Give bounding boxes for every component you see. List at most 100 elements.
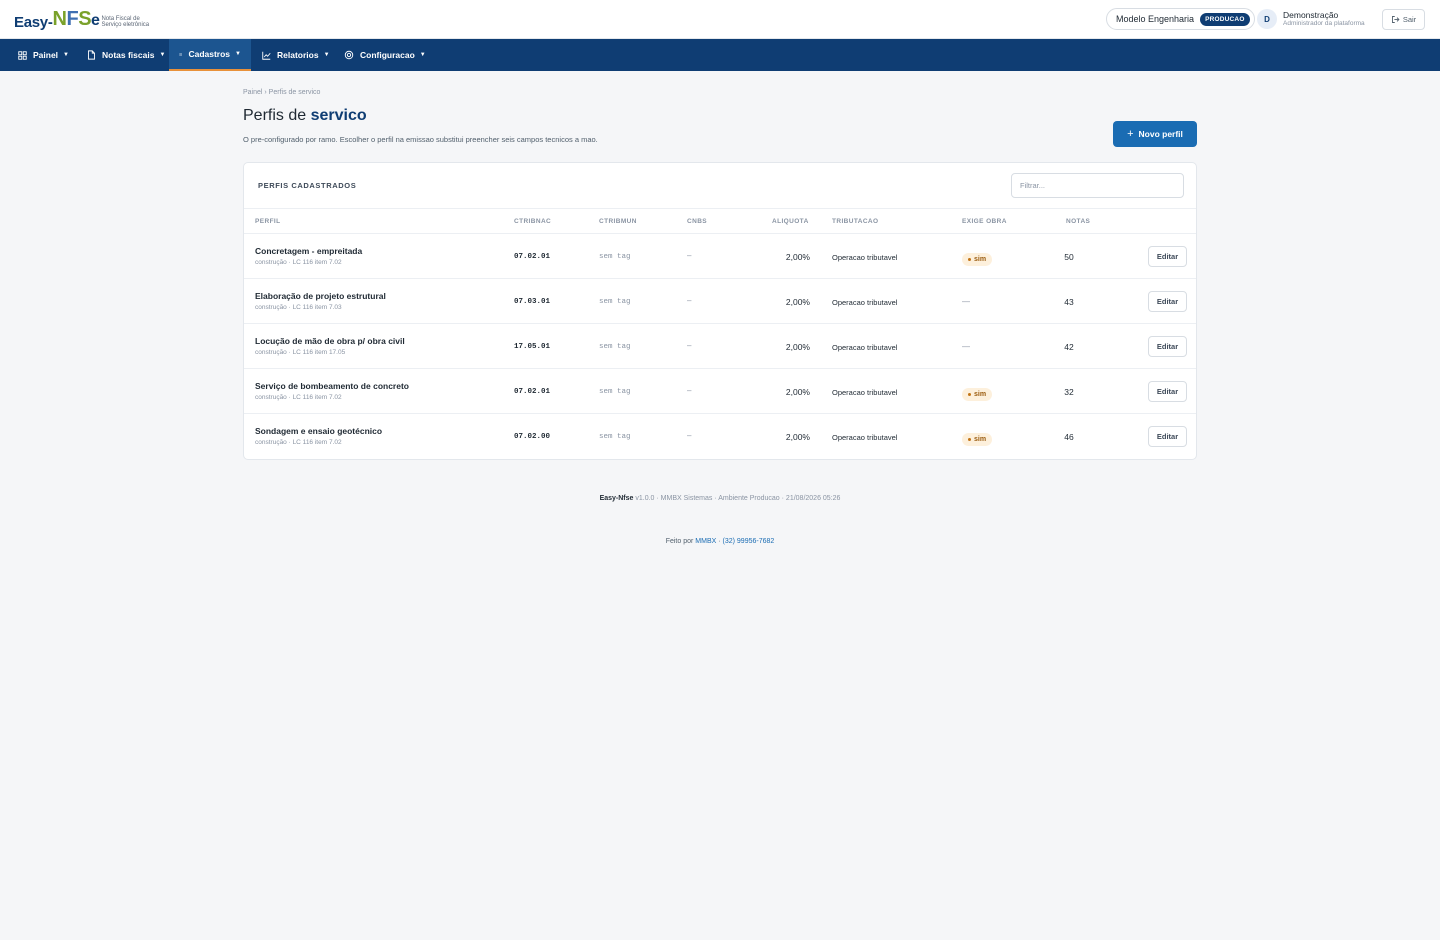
exige-obra-badge: sim bbox=[962, 250, 993, 266]
environment-badge: PRODUCAO bbox=[1200, 12, 1250, 26]
aliquota-value: 2,00% bbox=[785, 432, 810, 442]
main-nav: Painel ▼ Notas fiscais ▼ Cadastros ▼ Relato… bbox=[0, 39, 1440, 71]
ctribmun-value: sem tag bbox=[599, 388, 631, 396]
edit-button[interactable]: Editar bbox=[1148, 246, 1187, 267]
tributacao-value: Operacao tributavel bbox=[832, 253, 898, 262]
profile-name: Sondagem e ensaio geotécnico bbox=[255, 426, 383, 436]
exige-obra-value: — bbox=[962, 297, 970, 306]
edit-button[interactable]: Editar bbox=[1148, 381, 1187, 402]
cnbs-value: – bbox=[687, 431, 692, 440]
profile-subtitle: construção · LC 116 item 7.02 bbox=[255, 259, 342, 266]
aliquota-value: 2,00% bbox=[785, 342, 810, 352]
nav-relatorios[interactable]: Relatorios ▼ bbox=[252, 39, 340, 71]
page-subtitle: O pre-configurado por ramo. Escolher o p… bbox=[243, 135, 598, 144]
footer-credits: Feito por MMBX · (32) 99956-7682 bbox=[665, 538, 775, 545]
notas-count: 42 bbox=[1064, 342, 1074, 352]
col-tributacao[interactable]: TRIBUTACAO bbox=[832, 218, 879, 225]
col-perfil[interactable]: PERFIL bbox=[255, 218, 281, 225]
cnbs-value: – bbox=[687, 386, 692, 395]
col-exige-obra[interactable]: EXIGE OBRA bbox=[962, 218, 1007, 225]
col-notas[interactable]: NOTAS bbox=[1066, 218, 1090, 225]
edit-button[interactable]: Editar bbox=[1148, 291, 1187, 312]
ctribnac-value: 07.02.01 bbox=[514, 253, 551, 261]
chevron-down-icon: ▼ bbox=[63, 52, 69, 58]
table-row: Concretagem - empreitada construção · LC … bbox=[244, 234, 1196, 279]
footer-version: Easy-Nfse v1.0.0 · MMBX Sistemas · Ambie… bbox=[599, 495, 841, 502]
company-selector[interactable]: Modelo Engenharia PRODUCAO bbox=[1106, 8, 1255, 30]
edit-button[interactable]: Editar bbox=[1148, 426, 1187, 447]
logo-tagline: Nota Fiscal de Serviço eletrônica bbox=[101, 16, 150, 28]
user-role: Administrador da plataforma bbox=[1283, 19, 1365, 27]
ctribmun-value: sem tag bbox=[599, 298, 631, 306]
nav-cadastros[interactable]: Cadastros ▼ bbox=[169, 39, 251, 71]
user-menu[interactable]: D Demonstração Administrador da platafor… bbox=[1257, 9, 1365, 29]
ctribnac-value: 07.02.01 bbox=[514, 388, 551, 396]
new-profile-button[interactable]: + Novo perfil bbox=[1113, 121, 1197, 147]
aliquota-value: 2,00% bbox=[785, 252, 810, 262]
chevron-down-icon: ▼ bbox=[419, 52, 426, 58]
profile-name: Serviço de bombeamento de concreto bbox=[255, 381, 409, 391]
chevron-down-icon: ▼ bbox=[323, 52, 330, 58]
tributacao-value: Operacao tributavel bbox=[832, 433, 898, 442]
profile-name: Elaboração de projeto estrutural bbox=[255, 291, 386, 301]
tributacao-value: Operacao tributavel bbox=[832, 298, 898, 307]
document-icon bbox=[88, 50, 95, 60]
chart-icon bbox=[262, 51, 271, 60]
notas-count: 43 bbox=[1064, 297, 1074, 307]
phone-link[interactable]: (32) 99956-7682 bbox=[723, 538, 775, 545]
grid-icon bbox=[18, 50, 27, 60]
tributacao-value: Operacao tributavel bbox=[832, 343, 898, 352]
profile-name: Locução de mão de obra p/ obra civil bbox=[255, 336, 405, 346]
nav-painel[interactable]: Painel ▼ bbox=[8, 39, 79, 71]
ctribmun-value: sem tag bbox=[599, 253, 631, 261]
table-row: Serviço de bombeamento de concreto constr… bbox=[244, 369, 1196, 414]
tributacao-value: Operacao tributavel bbox=[832, 388, 898, 397]
breadcrumb: Painel › Perfis de servico bbox=[243, 89, 321, 96]
top-header: Easy- NFSe Nota Fiscal de Serviço eletrô… bbox=[0, 0, 1440, 39]
ctribmun-value: sem tag bbox=[599, 343, 631, 351]
aliquota-value: 2,00% bbox=[785, 387, 810, 397]
notas-count: 46 bbox=[1064, 432, 1074, 442]
exige-obra-badge: sim bbox=[962, 385, 993, 401]
ctribmun-value: sem tag bbox=[599, 433, 631, 441]
card-title: PERFIS CADASTRADOS bbox=[258, 181, 357, 190]
profile-subtitle: construção · LC 116 item 17.05 bbox=[255, 349, 346, 356]
table-header: PERFIL CTRIBNAC CTRIBMUN CNBS ALIQUOTA T… bbox=[244, 208, 1196, 234]
company-link[interactable]: MMBX bbox=[695, 538, 716, 545]
avatar: D bbox=[1257, 9, 1277, 29]
logout-button[interactable]: Sair bbox=[1382, 9, 1425, 30]
cnbs-value: – bbox=[687, 251, 692, 260]
ctribnac-value: 07.03.01 bbox=[514, 298, 551, 306]
table-row: Elaboração de projeto estrutural construç… bbox=[244, 279, 1196, 324]
filter-input[interactable] bbox=[1011, 173, 1184, 198]
col-aliquota[interactable]: ALIQUOTA bbox=[772, 218, 809, 225]
gear-icon bbox=[344, 50, 354, 60]
nav-notas-fiscais[interactable]: Notas fiscais ▼ bbox=[77, 39, 175, 71]
profile-subtitle: construção · LC 116 item 7.03 bbox=[255, 304, 342, 311]
page-title: Perfis de servico bbox=[243, 107, 367, 124]
exige-obra-badge: sim bbox=[962, 430, 993, 446]
table-row: Sondagem e ensaio geotécnico construção ·… bbox=[244, 414, 1196, 459]
company-name: Modelo Engenharia bbox=[1116, 14, 1195, 24]
col-ctribnac[interactable]: CTRIBNAC bbox=[514, 218, 551, 225]
app-logo[interactable]: Easy- NFSe Nota Fiscal de Serviço eletrô… bbox=[14, 6, 157, 32]
exige-obra-value: — bbox=[962, 342, 970, 351]
user-name: Demonstração bbox=[1283, 9, 1339, 20]
plus-icon: + bbox=[1127, 128, 1134, 140]
profile-subtitle: construção · LC 116 item 7.02 bbox=[255, 394, 342, 401]
logout-icon bbox=[1391, 16, 1400, 23]
table-row: Locução de mão de obra p/ obra civil cons… bbox=[244, 324, 1196, 369]
profile-subtitle: construção · LC 116 item 7.02 bbox=[255, 439, 342, 446]
cnbs-value: – bbox=[687, 341, 692, 350]
profile-name: Concretagem - empreitada bbox=[255, 246, 363, 256]
ctribnac-value: 07.02.00 bbox=[514, 433, 551, 441]
chevron-down-icon: ▼ bbox=[159, 52, 166, 58]
list-icon bbox=[179, 52, 183, 56]
aliquota-value: 2,00% bbox=[785, 297, 810, 307]
edit-button[interactable]: Editar bbox=[1148, 336, 1187, 357]
col-ctribmun[interactable]: CTRIBMUN bbox=[599, 218, 637, 225]
cnbs-value: – bbox=[687, 296, 692, 305]
nav-configuracao[interactable]: Configuracao ▼ bbox=[334, 39, 436, 71]
profiles-card: PERFIS CADASTRADOS PERFIL CTRIBNAC CTRIB… bbox=[243, 162, 1197, 460]
col-cnbs[interactable]: CNBS bbox=[687, 218, 707, 225]
